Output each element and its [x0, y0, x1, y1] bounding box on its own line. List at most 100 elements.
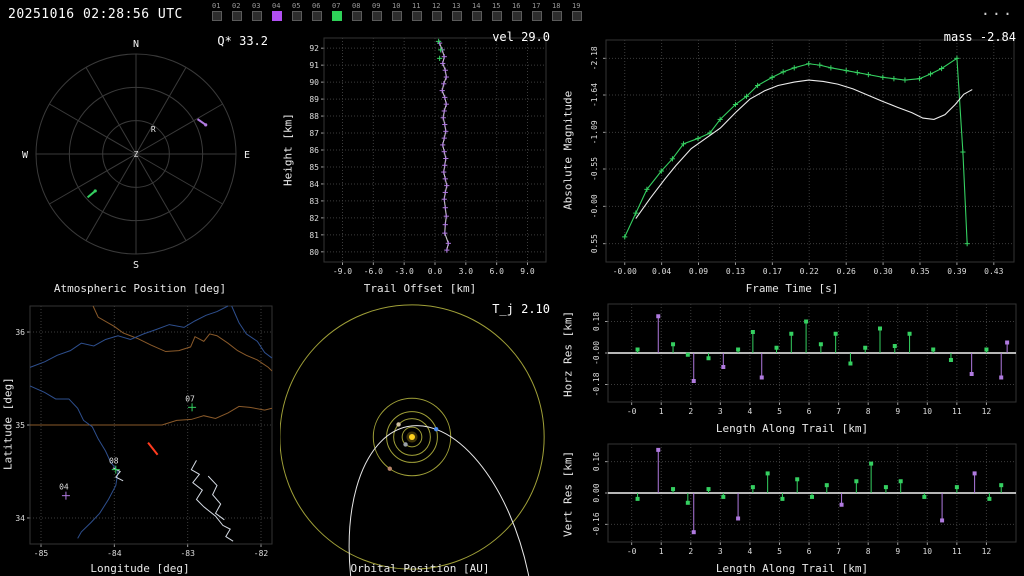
svg-text:80: 80 — [309, 248, 319, 257]
svg-text:82: 82 — [309, 214, 319, 223]
orbital-position-plot — [280, 296, 560, 576]
svg-text:4: 4 — [747, 547, 752, 556]
mass-value: mass -2.84 — [943, 30, 1016, 44]
svg-text:83: 83 — [309, 197, 319, 206]
svg-text:-3.0: -3.0 — [395, 267, 414, 276]
svg-text:86: 86 — [309, 146, 319, 155]
atmospheric-position-panel: Q* 33.2 N E S W Z R Atmospheric Position [deg… — [0, 28, 280, 296]
svg-text:12: 12 — [982, 547, 992, 556]
svg-text:0.0: 0.0 — [428, 267, 443, 276]
svg-text:-1.09: -1.09 — [590, 120, 599, 144]
station-toggle-08[interactable]: 08 — [352, 3, 365, 21]
station-indicator-box — [312, 11, 322, 21]
station-toggle-13[interactable]: 13 — [452, 3, 465, 21]
station-toggle-12[interactable]: 12 — [432, 3, 445, 21]
svg-text:0.04: 0.04 — [652, 267, 671, 276]
svg-text:-0.00: -0.00 — [590, 194, 599, 218]
station-toggle-09[interactable]: 09 — [372, 3, 385, 21]
svg-text:-0: -0 — [627, 407, 637, 416]
station-indicator-box — [552, 11, 562, 21]
horz-residual-plot: -0 1 2 3 4 5 6 7 8 9 10 11 12 0.18 -0.00 -0.18 — [560, 296, 1024, 436]
svg-text:3: 3 — [718, 547, 723, 556]
station-indicator-box — [252, 11, 262, 21]
station-toggle-15[interactable]: 15 — [492, 3, 505, 21]
svg-text:0.26: 0.26 — [837, 267, 856, 276]
station-indicator-box — [432, 11, 442, 21]
station-id-label: 15 — [492, 2, 501, 10]
station-toggle-02[interactable]: 02 — [232, 3, 245, 21]
station-id-label: 02 — [232, 2, 241, 10]
station-toggle-01[interactable]: 01 — [212, 3, 225, 21]
station-toggle-14[interactable]: 14 — [472, 3, 485, 21]
vert-residual-plot: -0 1 2 3 4 5 6 7 8 9 10 11 12 0.16 0.00 -0.16 — [560, 436, 1024, 576]
horz-residual-panel: Horz Res [km] -0 1 2 3 4 5 6 7 8 9 10 11 12 0.18 -0.00… — [560, 296, 1024, 436]
q-star-value: Q* 33.2 — [217, 34, 268, 48]
station-toggle-16[interactable]: 16 — [512, 3, 525, 21]
station-toggle-03[interactable]: 03 — [252, 3, 265, 21]
svg-text:3.0: 3.0 — [459, 267, 474, 276]
svg-text:8: 8 — [866, 407, 871, 416]
svg-text:3: 3 — [718, 407, 723, 416]
svg-text:08: 08 — [109, 457, 119, 466]
station-id-label: 03 — [252, 2, 261, 10]
svg-text:E: E — [244, 150, 250, 161]
station-toggle-10[interactable]: 10 — [392, 3, 405, 21]
station-bar: 01 02 03 04 05 06 07 08 09 10 11 12 13 14 15 16 17 18 19 — [212, 3, 585, 21]
svg-text:7: 7 — [836, 547, 841, 556]
station-indicator-box — [352, 11, 362, 21]
height-svg: -9.0 -6.0 -3.0 0.0 3.0 6.0 9.0 80 81 82 83 84 85 86 87… — [309, 37, 547, 276]
station-id-label: 14 — [472, 2, 481, 10]
magnitude-axis-label: Absolute Magnitude — [561, 90, 575, 210]
ground-map-plot: -85 -84 -83 -82 34 35 36 04 08 07 — [0, 296, 280, 576]
timestamp: 20251016 02:28:56 UTC — [8, 7, 183, 22]
svg-text:0.30: 0.30 — [873, 267, 892, 276]
svg-text:0.55: 0.55 — [590, 234, 599, 253]
svg-text:9: 9 — [895, 407, 900, 416]
station-id-label: 01 — [212, 2, 221, 10]
station-toggle-17[interactable]: 17 — [532, 3, 545, 21]
station-indicator-box — [292, 11, 302, 21]
svg-text:0.18: 0.18 — [592, 312, 601, 331]
orbit-svg — [280, 304, 545, 576]
station-toggle-06[interactable]: 06 — [312, 3, 325, 21]
svg-text:5: 5 — [777, 407, 782, 416]
length-along-trail-axis-label: Length Along Trail [km] — [715, 422, 869, 435]
atmospheric-position-plot: N E S W Z R — [0, 28, 280, 296]
svg-text:10: 10 — [922, 547, 932, 556]
station-id-label: 12 — [432, 2, 441, 10]
svg-text:2: 2 — [688, 547, 693, 556]
station-toggle-19[interactable]: 19 — [572, 3, 585, 21]
station-indicator-box — [412, 11, 422, 21]
svg-text:6: 6 — [807, 407, 812, 416]
station-indicator-box — [452, 11, 462, 21]
svg-text:-84: -84 — [107, 549, 122, 558]
atmospheric-position-title: Atmospheric Position [deg] — [53, 282, 227, 295]
svg-text:35: 35 — [15, 421, 25, 430]
svg-text:07: 07 — [185, 394, 195, 403]
svg-text:7: 7 — [836, 407, 841, 416]
orbit-panel: T_j 2.10 Orbital Position [AU] — [280, 296, 560, 576]
station-toggle-07[interactable]: 07 — [332, 3, 345, 21]
svg-text:9: 9 — [895, 547, 900, 556]
svg-text:Z: Z — [134, 150, 139, 159]
station-toggle-04[interactable]: 04 — [272, 3, 285, 21]
latitude-axis-label: Latitude [deg] — [1, 377, 15, 471]
ground-map-panel: Latitude [deg] -85 -84 -83 -82 34 35 36 04 08 07 … — [0, 296, 280, 576]
station-id-label: 17 — [532, 2, 541, 10]
station-indicator-box — [472, 11, 482, 21]
svg-text:-0.18: -0.18 — [592, 372, 601, 396]
height-axis-label: Height [km] — [281, 113, 295, 187]
svg-text:89: 89 — [309, 95, 319, 104]
menu-ellipsis[interactable]: ... — [981, 1, 1014, 19]
svg-text:0.43: 0.43 — [984, 267, 1003, 276]
station-toggle-18[interactable]: 18 — [552, 3, 565, 21]
station-toggle-05[interactable]: 05 — [292, 3, 305, 21]
station-toggle-11[interactable]: 11 — [412, 3, 425, 21]
svg-text:-0: -0 — [627, 547, 637, 556]
svg-text:N: N — [133, 39, 139, 50]
station-id-label: 07 — [332, 2, 341, 10]
svg-text:-82: -82 — [254, 549, 269, 558]
mag-svg: -0.00 0.04 0.09 0.13 0.17 0.22 0.26 0.30 0.35 0.3… — [590, 39, 1015, 276]
svg-text:6: 6 — [807, 547, 812, 556]
svg-text:-6.0: -6.0 — [364, 267, 383, 276]
